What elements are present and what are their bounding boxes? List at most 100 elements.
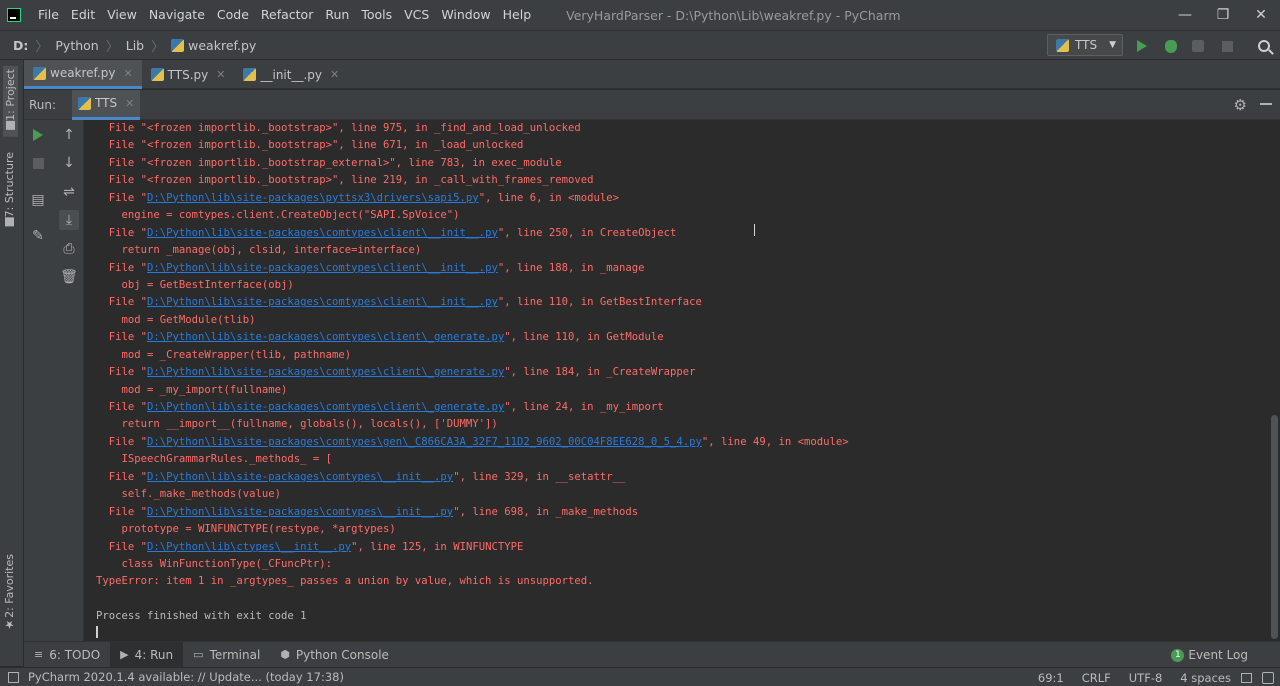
caret-position[interactable]: 69:1 <box>1038 671 1064 685</box>
close-window-button[interactable]: ✕ <box>1242 0 1280 30</box>
console-line: File "D:\Python\lib\site-packages\comtyp… <box>84 364 1268 381</box>
stop-button[interactable] <box>1217 36 1237 56</box>
rerun-button[interactable] <box>28 125 48 145</box>
search-everywhere-button[interactable] <box>1254 36 1274 56</box>
tab-python-console-label: Python Console <box>295 647 389 662</box>
memory-indicator-icon[interactable] <box>1262 671 1274 684</box>
bug-icon <box>1165 39 1177 53</box>
menu-navigate[interactable]: Navigate <box>143 0 211 30</box>
project-tool-tab[interactable]: 1: Project <box>3 66 18 137</box>
python-file-icon <box>150 68 164 81</box>
line-separator[interactable]: CRLF <box>1082 671 1111 685</box>
pin-tab-button[interactable]: ✎ <box>28 226 48 246</box>
file-path-link[interactable]: D:\Python\lib\site-packages\pyttsx3\driv… <box>147 192 479 204</box>
soft-wrap-button[interactable]: ⇌ <box>59 182 79 202</box>
file-path-link[interactable]: D:\Python\lib\site-packages\comtypes\__i… <box>147 471 453 483</box>
clear-all-button[interactable]: 🗑 <box>59 267 79 287</box>
breadcrumb-separator: 〉 <box>105 39 119 55</box>
breadcrumb-file-label: weakref.py <box>188 37 257 53</box>
menu-tools[interactable]: Tools <box>355 0 398 30</box>
console-line: obj = GetBestInterface(obj) <box>84 277 1268 294</box>
event-log-button[interactable]: 1 Event Log <box>1171 642 1248 668</box>
tab-python-console[interactable]: ⬢ Python Console <box>270 642 399 668</box>
tab-todo[interactable]: ≡ 6: TODO <box>24 642 110 668</box>
status-message[interactable]: PyCharm 2020.1.4 available: // Update...… <box>28 670 344 684</box>
menu-vcs[interactable]: VCS <box>398 0 435 30</box>
tab-weakref[interactable]: weakref.py ✕ <box>24 60 142 89</box>
file-encoding[interactable]: UTF-8 <box>1129 671 1163 685</box>
minimize-button[interactable]: — <box>1166 0 1204 30</box>
tab-run-label: 4: Run <box>134 647 174 662</box>
scroll-to-end-button[interactable]: ⤓ <box>59 210 79 230</box>
soft-wrap-icon: ⇌ <box>63 184 75 200</box>
print-button[interactable]: ⎙ <box>59 239 79 259</box>
close-tab-icon[interactable]: ✕ <box>330 68 339 81</box>
restore-button[interactable]: ❐ <box>1204 0 1242 30</box>
close-tab-icon[interactable]: ✕ <box>216 68 225 81</box>
console-text: Process finished with exit code 1 <box>96 610 307 623</box>
file-path-link[interactable]: D:\Python\lib\ctypes\__init__.py <box>147 541 351 553</box>
console-text: File "<frozen importlib._bootstrap>", li… <box>96 122 581 134</box>
python-icon <box>78 96 92 110</box>
console-text: File " <box>96 540 148 553</box>
console-text: File " <box>96 296 148 309</box>
file-path-link[interactable]: D:\Python\lib\site-packages\comtypes\__i… <box>147 506 453 518</box>
tab-terminal[interactable]: ▭ Terminal <box>183 642 270 668</box>
tab-tts[interactable]: TTS.py ✕ <box>142 60 235 89</box>
file-path-link[interactable]: D:\Python\lib\site-packages\comtypes\cli… <box>147 296 498 308</box>
run-tab-tts[interactable]: TTS ✕ <box>72 89 141 120</box>
run-button[interactable] <box>1132 36 1152 56</box>
layout-button[interactable]: ▤ <box>28 190 48 210</box>
favorites-tool-tab[interactable]: ★ 2: Favorites <box>3 554 16 635</box>
console-line: File "D:\Python\lib\site-packages\comtyp… <box>84 260 1268 277</box>
gear-icon[interactable]: ⚙ <box>1234 96 1247 114</box>
console-scrollbar-thumb[interactable] <box>1271 415 1278 639</box>
stop-icon <box>32 157 44 169</box>
rerun-icon <box>33 129 43 141</box>
console-line: File "D:\Python\lib\site-packages\comtyp… <box>84 294 1268 311</box>
tab-label: weakref.py <box>50 66 116 80</box>
tool-windows-toggle-icon[interactable] <box>8 671 19 683</box>
breadcrumb-python[interactable]: Python <box>55 38 98 53</box>
file-path-link[interactable]: D:\Python\lib\site-packages\comtypes\cli… <box>147 262 498 274</box>
tab-run[interactable]: ▶ 4: Run <box>110 641 184 668</box>
breadcrumb-lib[interactable]: Lib <box>126 38 144 53</box>
menu-run[interactable]: Run <box>319 0 355 30</box>
menu-edit[interactable]: Edit <box>65 0 101 30</box>
menu-help[interactable]: Help <box>497 0 538 30</box>
file-path-link[interactable]: D:\Python\lib\site-packages\comtypes\cli… <box>147 401 504 413</box>
menu-code[interactable]: Code <box>211 0 255 30</box>
console-text: ", line 110, in GetModule <box>504 331 664 344</box>
menu-file[interactable]: File <box>32 0 65 30</box>
indent-setting[interactable]: 4 spaces <box>1180 671 1231 685</box>
file-path-link[interactable]: D:\Python\lib\site-packages\comtypes\gen… <box>147 436 702 448</box>
breadcrumb-drive[interactable]: D: <box>13 38 28 53</box>
file-path-link[interactable]: D:\Python\lib\site-packages\comtypes\cli… <box>147 331 504 343</box>
run-configuration-dropdown[interactable]: TTS ▼ <box>1047 34 1123 56</box>
menu-window[interactable]: Window <box>435 0 496 30</box>
tab-init[interactable]: __init__.py ✕ <box>234 60 348 89</box>
text-cursor <box>96 626 98 638</box>
console-text: File " <box>96 505 148 518</box>
close-tab-icon[interactable]: ✕ <box>123 67 132 80</box>
file-path-link[interactable]: D:\Python\lib\site-packages\comtypes\cli… <box>147 366 504 378</box>
trash-icon: 🗑 <box>60 269 78 285</box>
scroll-up-button[interactable]: ↑ <box>59 125 79 145</box>
console-text: File " <box>96 331 148 344</box>
stop-run-button[interactable] <box>28 153 48 173</box>
breadcrumb-file[interactable]: weakref.py <box>171 38 256 53</box>
run-icon: ▶ <box>120 648 129 661</box>
close-run-tab-icon[interactable]: ✕ <box>125 97 134 110</box>
coverage-button[interactable] <box>1188 36 1208 56</box>
structure-tool-tab[interactable]: 7: Structure <box>3 152 16 230</box>
menu-view[interactable]: View <box>101 0 143 30</box>
file-path-link[interactable]: D:\Python\lib\site-packages\comtypes\cli… <box>147 227 498 239</box>
scroll-down-button[interactable]: ↓ <box>59 153 79 173</box>
debug-button[interactable] <box>1161 36 1181 56</box>
hide-panel-icon[interactable] <box>1260 103 1272 105</box>
menu-refactor[interactable]: Refactor <box>255 0 319 30</box>
run-console-output[interactable]: File "<frozen importlib._bootstrap>", li… <box>84 120 1268 641</box>
lock-icon[interactable] <box>1241 672 1252 683</box>
console-text: File "<frozen importlib._bootstrap>", li… <box>96 139 524 152</box>
